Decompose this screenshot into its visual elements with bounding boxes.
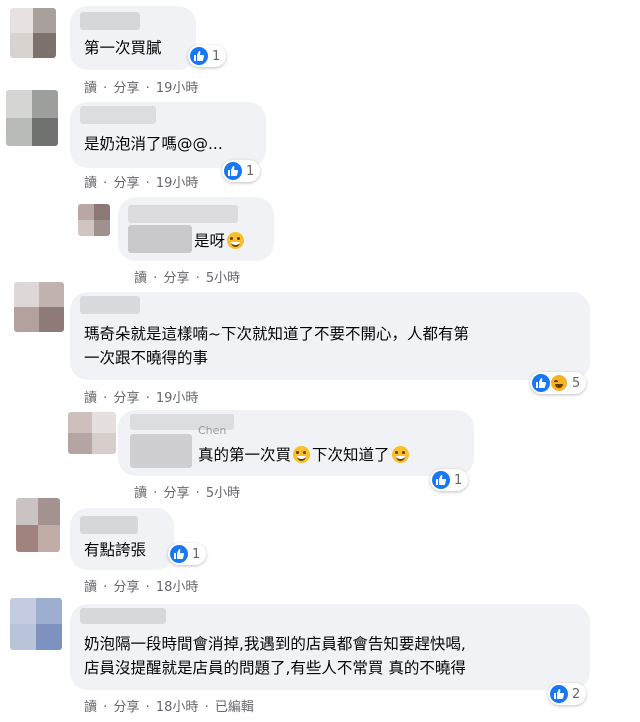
- like-icon: [432, 471, 450, 489]
- read-link[interactable]: 讀: [84, 176, 97, 191]
- like-icon: [224, 162, 242, 180]
- like-icon: [532, 374, 550, 392]
- share-link[interactable]: 分享: [163, 271, 189, 286]
- timestamp[interactable]: 19小時: [156, 391, 199, 406]
- comment-bubble: Chen 真的第一次買 下次知道了: [118, 410, 474, 476]
- reaction-summary[interactable]: 1: [222, 160, 261, 182]
- timestamp[interactable]: 18小時: [156, 700, 199, 715]
- comment-text-line: 一次跟不曉得的事: [84, 349, 209, 367]
- avatar[interactable]: [78, 204, 110, 236]
- commenter-name-partial: Chen: [198, 424, 227, 437]
- comment-bubble: 有點誇張: [70, 508, 174, 570]
- comment-actions: 讀 · 分享 · 5小時: [134, 486, 241, 501]
- avatar[interactable]: [10, 8, 56, 58]
- read-link[interactable]: 讀: [84, 391, 97, 406]
- commenter-name[interactable]: [80, 12, 140, 30]
- reaction-count: 1: [246, 163, 255, 179]
- comment-actions: 讀 · 分享 · 18小時: [84, 580, 199, 595]
- reaction-summary[interactable]: 2: [548, 683, 587, 705]
- avatar[interactable]: [10, 598, 62, 650]
- blurred-area: [128, 225, 192, 253]
- reaction-summary[interactable]: 1: [168, 543, 207, 565]
- reaction-count: 5: [572, 375, 581, 391]
- reaction-summary[interactable]: 1: [430, 469, 469, 491]
- comment-bubble: 瑪奇朵就是這樣喃~下次就知道了不要不開心，人都有第 一次跟不曉得的事: [70, 292, 590, 380]
- share-link[interactable]: 分享: [113, 81, 139, 96]
- timestamp[interactable]: 18小時: [156, 580, 199, 595]
- comment-text: 是奶泡消了嗎@@...: [84, 135, 223, 153]
- like-icon: [170, 545, 188, 563]
- comment-bubble: 第一次買膩: [70, 6, 196, 70]
- comment-bubble: 是呀: [118, 197, 274, 261]
- share-link[interactable]: 分享: [113, 176, 139, 191]
- timestamp[interactable]: 19小時: [156, 81, 199, 96]
- grinning-emoji: [391, 446, 409, 463]
- reaction-summary[interactable]: 1: [188, 45, 227, 67]
- comment-actions: 讀 · 分享 · 19小時: [84, 391, 199, 406]
- reaction-summary[interactable]: 5: [530, 372, 587, 394]
- comment-text: 有點誇張: [84, 541, 147, 559]
- like-icon: [190, 47, 208, 65]
- comment-actions: 讀 · 分享 · 19小時: [84, 176, 199, 191]
- comment-bubble: 是奶泡消了嗎@@...: [70, 102, 266, 168]
- blurred-area: [130, 434, 192, 468]
- commenter-name[interactable]: [80, 516, 138, 534]
- reaction-count: 1: [212, 48, 221, 64]
- comment-actions: 讀 · 分享 · 18小時 · 已編輯: [84, 700, 254, 715]
- commenter-name[interactable]: [80, 296, 140, 314]
- comment-text: 是呀: [194, 229, 246, 253]
- commenter-name[interactable]: [80, 106, 156, 124]
- commenter-name[interactable]: [128, 205, 238, 223]
- haha-icon: [550, 374, 568, 392]
- avatar[interactable]: [14, 282, 64, 332]
- comment-bubble: 奶泡隔一段時間會消掉,我遇到的店員都會告知要趕快喝, 店員沒提醒就是店員的問題了…: [70, 604, 590, 690]
- commenter-name[interactable]: [80, 608, 166, 624]
- reaction-count: 1: [454, 472, 463, 488]
- read-link[interactable]: 讀: [134, 271, 147, 286]
- share-link[interactable]: 分享: [113, 580, 139, 595]
- avatar[interactable]: [16, 498, 60, 552]
- comment-text-line: 瑪奇朵就是這樣喃~下次就知道了不要不開心，人都有第: [84, 325, 469, 343]
- like-icon: [550, 685, 568, 703]
- timestamp[interactable]: 5小時: [206, 271, 240, 286]
- comment-text: 真的第一次買 下次知道了: [198, 443, 411, 467]
- read-link[interactable]: 讀: [84, 81, 97, 96]
- edited-label[interactable]: 已編輯: [215, 700, 254, 715]
- grinning-emoji: [227, 232, 245, 249]
- share-link[interactable]: 分享: [113, 700, 139, 715]
- read-link[interactable]: 讀: [84, 580, 97, 595]
- timestamp[interactable]: 5小時: [206, 486, 240, 501]
- grinning-emoji: [293, 446, 311, 463]
- share-link[interactable]: 分享: [113, 391, 139, 406]
- reaction-count: 1: [192, 546, 201, 562]
- read-link[interactable]: 讀: [84, 700, 97, 715]
- read-link[interactable]: 讀: [134, 486, 147, 501]
- timestamp[interactable]: 19小時: [156, 176, 199, 191]
- comment-actions: 讀 · 分享 · 19小時: [84, 81, 199, 96]
- share-link[interactable]: 分享: [163, 486, 189, 501]
- avatar[interactable]: [6, 90, 58, 146]
- comment-text: 第一次買膩: [84, 39, 162, 57]
- comment-text-line: 奶泡隔一段時間會消掉,我遇到的店員都會告知要趕快喝,: [84, 635, 466, 653]
- comment-text-line: 店員沒提醒就是店員的問題了,有些人不常買 真的不曉得: [84, 659, 466, 677]
- reaction-count: 2: [572, 686, 581, 702]
- comment-actions: 讀 · 分享 · 5小時: [134, 271, 241, 286]
- avatar[interactable]: [68, 412, 116, 454]
